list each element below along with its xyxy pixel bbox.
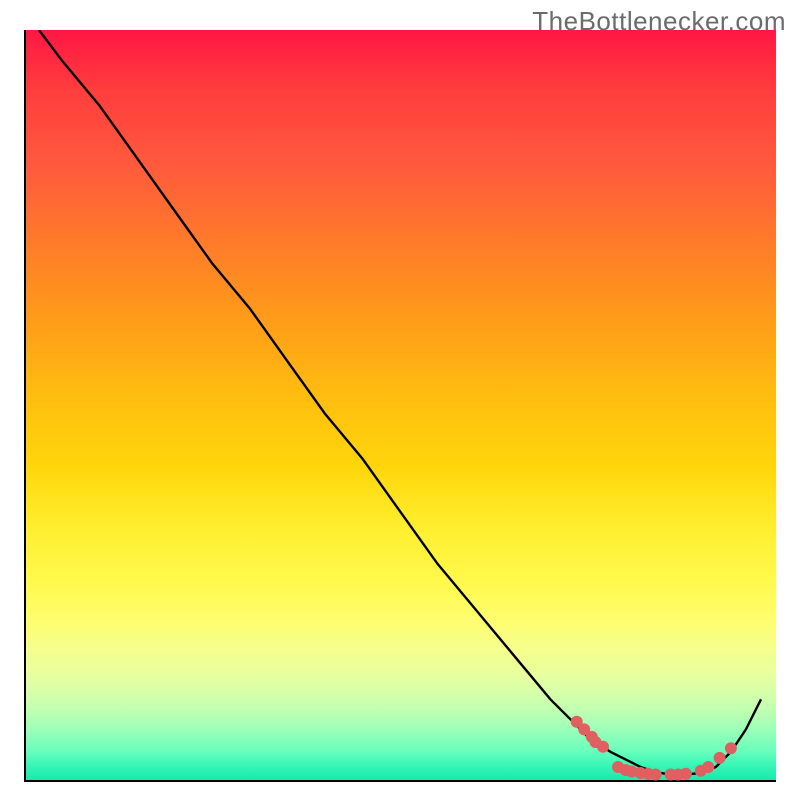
plot-area <box>24 30 776 782</box>
curve-markers <box>571 716 737 781</box>
curve-marker <box>597 741 609 753</box>
curve-marker <box>680 768 692 780</box>
bottleneck-curve-line <box>39 30 761 775</box>
chart-svg <box>24 30 776 782</box>
curve-marker <box>714 752 726 764</box>
curve-marker <box>650 769 662 781</box>
chart-container: TheBottlenecker.com <box>0 0 800 800</box>
curve-marker <box>702 761 714 773</box>
curve-marker <box>725 742 737 754</box>
